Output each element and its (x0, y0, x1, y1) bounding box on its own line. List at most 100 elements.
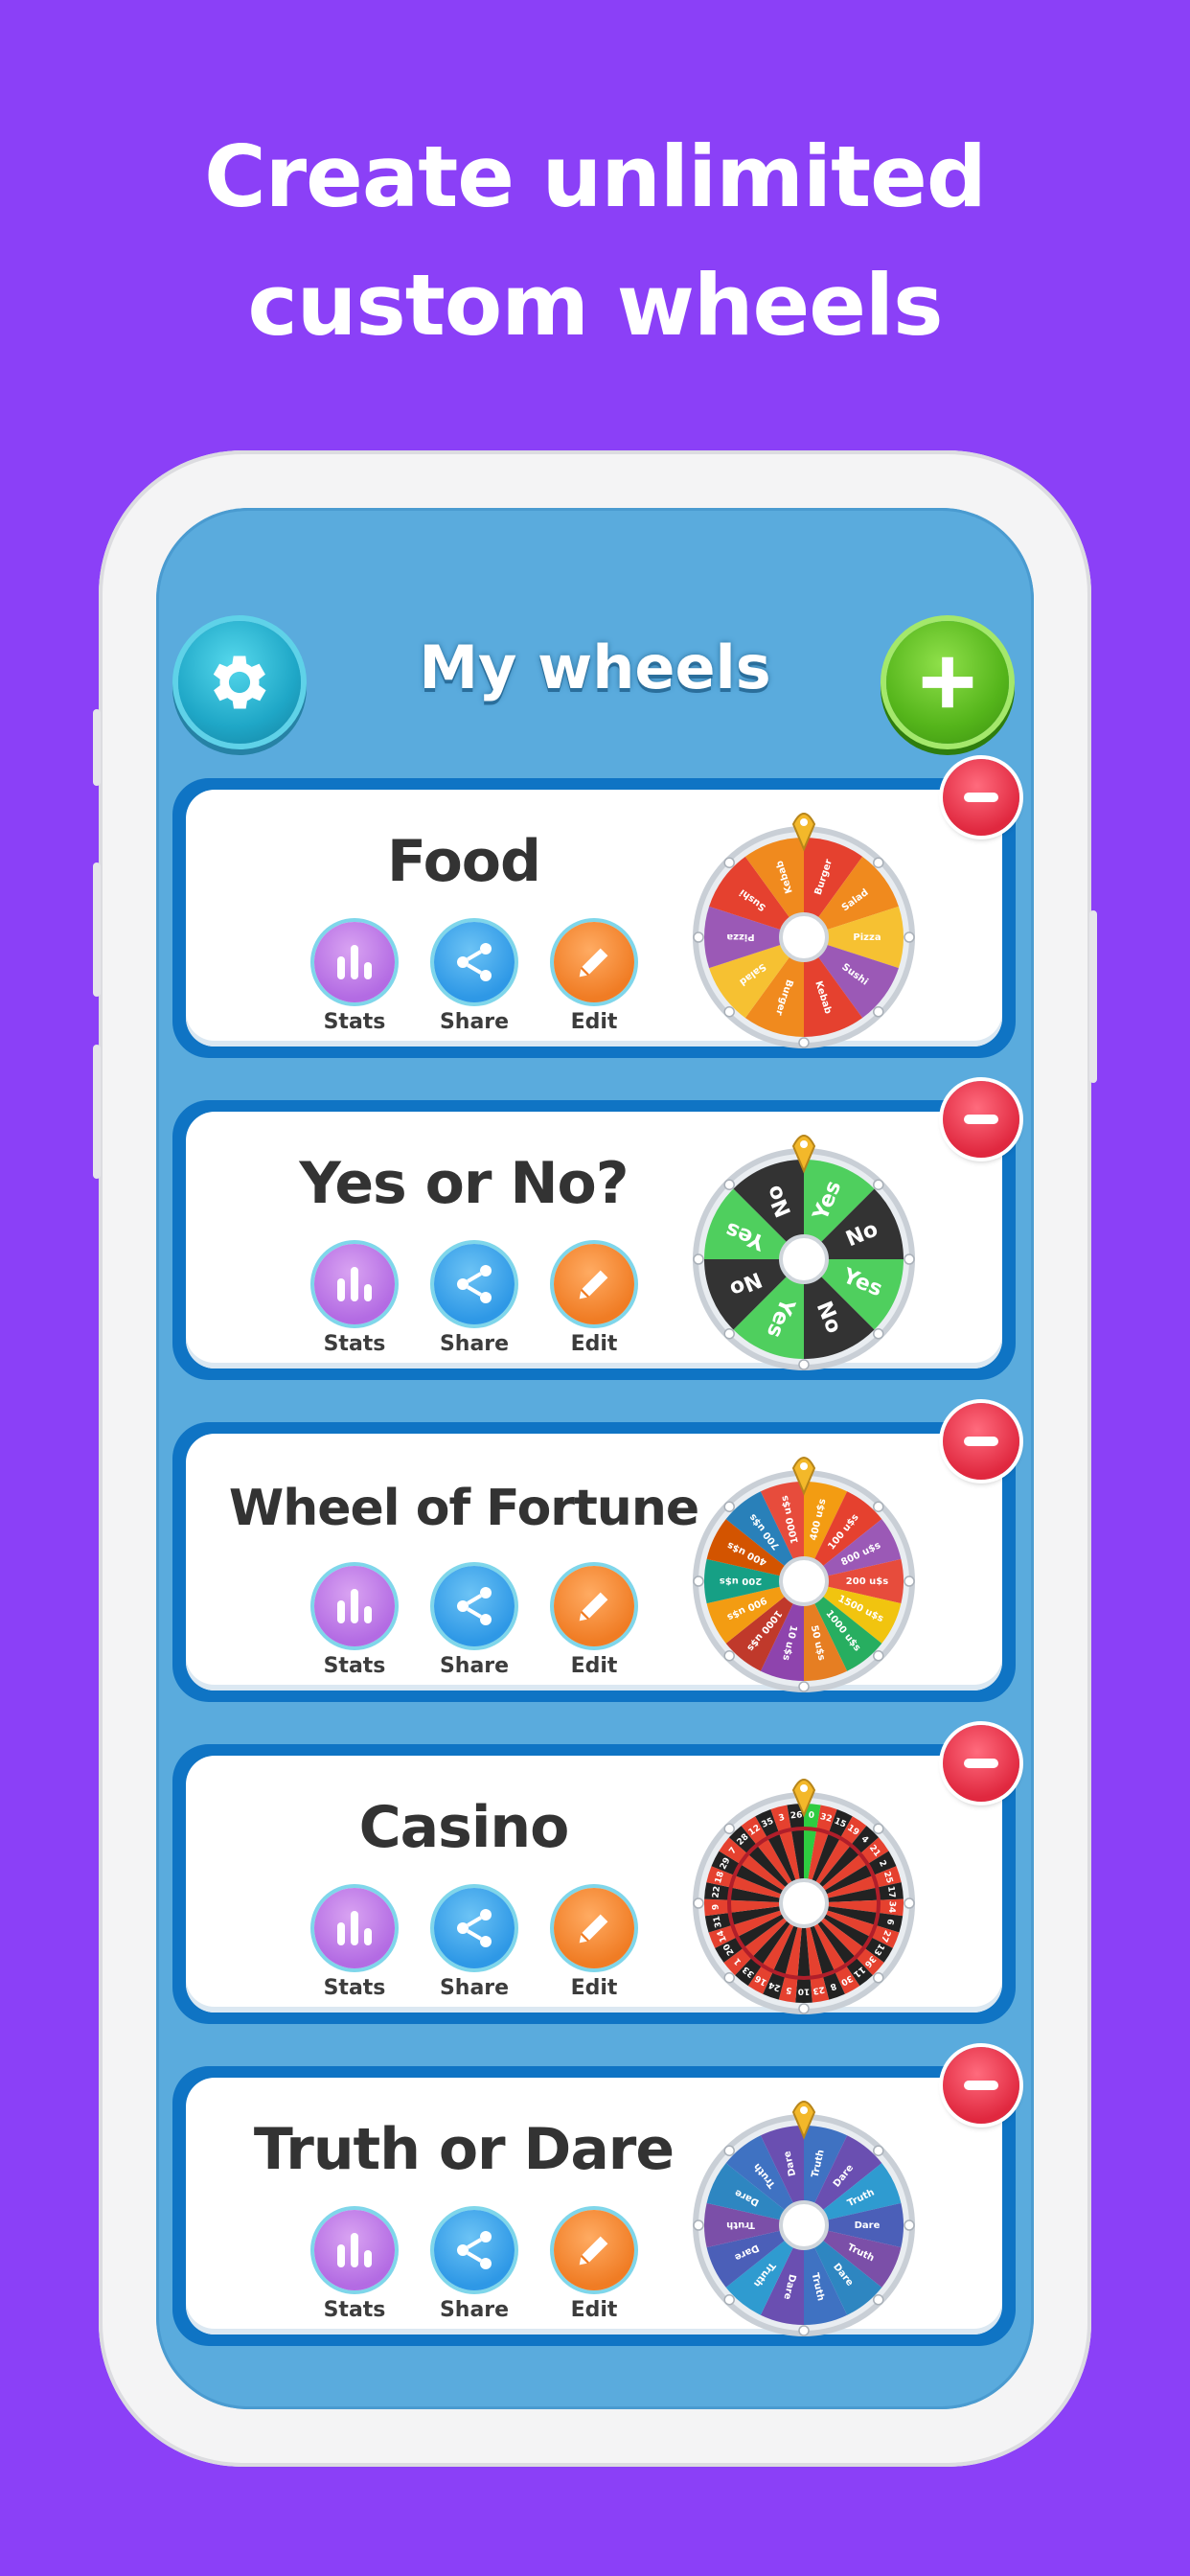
wheel-preview[interactable]: 400 u$s100 u$s800 u$s200 u$s1500 u$s1000… (689, 1447, 919, 1696)
wheel-peg (693, 1576, 704, 1587)
wheel-peg (693, 2220, 704, 2231)
stats-label: Stats (323, 1976, 386, 2000)
wheel-segment-label: Pizza (853, 932, 881, 943)
wheel-card-casino[interactable]: Casino Stats Share Edit 0 32 15 19 4 21 … (172, 1725, 1019, 2024)
wheel-segment-label: 10 (798, 1987, 811, 1996)
edit-button[interactable]: Edit (546, 1888, 642, 2000)
wheel-peg (723, 1179, 735, 1190)
wheel-card-yes-or-no[interactable]: Yes or No? Stats Share Edit Yes No Yes N… (172, 1081, 1019, 1380)
wheel-peg (798, 2325, 810, 2336)
plus-icon (922, 656, 973, 708)
wheel-segment-label: Pizza (726, 932, 754, 942)
card-actions: Stats Share Edit (307, 1566, 642, 1690)
wheel-preview[interactable]: Truth DareTruthDareTruthDareTruthDareTrut… (689, 2091, 919, 2340)
stats-label: Stats (323, 1332, 386, 1356)
minus-icon (964, 1115, 998, 1124)
wheel-peg (873, 1650, 884, 1662)
card-body: Truth or Dare Stats Share Edit Truth Dar… (186, 2078, 1002, 2336)
edit-label: Edit (570, 1976, 618, 2000)
card-actions: Stats Share Edit (307, 922, 642, 1046)
phone-side-button (1089, 910, 1097, 1083)
wheel-segment-label: 23 (812, 1984, 825, 1995)
wheel-segment-label: 22 (711, 1886, 722, 1899)
delete-button[interactable] (943, 759, 1019, 836)
wheel-peg (798, 1359, 810, 1370)
wheel-segment-label: 0 (808, 1811, 814, 1821)
wheel-preview[interactable]: YesNoYesNoYesNoYesNo (689, 1125, 919, 1374)
wheel-hub (779, 912, 829, 962)
share-label: Share (439, 1654, 510, 1678)
wheel-segment-label: 9 (711, 1904, 721, 1911)
edit-button[interactable]: Edit (546, 1566, 642, 1678)
wheel-peg (873, 1328, 884, 1340)
wheel-peg (873, 1179, 884, 1190)
wheel-peg (873, 1972, 884, 1984)
share-icon (434, 1566, 515, 1646)
share-button[interactable]: Share (426, 2210, 522, 2322)
wheel-segment-label: 200 u$s (846, 1576, 888, 1587)
edit-button[interactable]: Edit (546, 2210, 642, 2322)
wheel-peg (723, 1006, 735, 1018)
minus-icon (964, 1759, 998, 1768)
wheel-preview[interactable]: 0 32 1519421225173462713361130823105241633… (689, 1769, 919, 2018)
wheel-peg (798, 1037, 810, 1048)
wheel-card-food[interactable]: Food Stats Share Edit Burger Salad Pizza… (172, 759, 1019, 1058)
card-body: Casino Stats Share Edit 0 32 15 19 4 21 … (186, 1756, 1002, 2014)
share-button[interactable]: Share (426, 1888, 522, 2000)
wheel-peg (723, 1328, 735, 1340)
wheel-card-wheel-of-fortune[interactable]: Wheel of Fortune Stats Share Edit 400 u$… (172, 1403, 1019, 1702)
wheel-peg (873, 2294, 884, 2306)
pencil-icon (554, 1888, 634, 1968)
wheel-peg (904, 932, 915, 943)
wheel-preview[interactable]: BurgerSaladPizzaSushiKebabBurgerSaladPiz… (689, 803, 919, 1052)
add-wheel-button[interactable] (886, 621, 1009, 744)
share-button[interactable]: Share (426, 922, 522, 1034)
wheel-peg (723, 2145, 735, 2156)
stats-button[interactable]: Stats (307, 922, 402, 1034)
wheel-pointer-dot (800, 1784, 808, 1792)
stats-button[interactable]: Stats (307, 2210, 402, 2322)
pencil-icon (554, 1244, 634, 1324)
share-button[interactable]: Share (426, 1244, 522, 1356)
share-button[interactable]: Share (426, 1566, 522, 1678)
wheel-peg (873, 1823, 884, 1834)
stats-button[interactable]: Stats (307, 1244, 402, 1356)
stats-button[interactable]: Stats (307, 1566, 402, 1678)
headline: Create unlimited custom wheels (0, 113, 1190, 370)
stats-icon (314, 922, 395, 1002)
settings-button[interactable] (178, 621, 301, 744)
share-label: Share (439, 1332, 510, 1356)
stats-icon (314, 1566, 395, 1646)
phone-side-button (93, 862, 101, 997)
edit-button[interactable]: Edit (546, 1244, 642, 1356)
delete-button[interactable] (943, 1403, 1019, 1480)
stats-label: Stats (323, 1654, 386, 1678)
card-body: Yes or No? Stats Share Edit Yes No Yes N… (186, 1112, 1002, 1370)
card-actions: Stats Share Edit (307, 2210, 642, 2334)
phone-side-button (93, 709, 101, 786)
edit-label: Edit (570, 1332, 618, 1356)
share-icon (434, 922, 515, 1002)
app-screen: My wheels Food Stats Share Edit Burger S… (156, 508, 1034, 2409)
wheel-peg (873, 857, 884, 868)
stats-label: Stats (323, 2298, 386, 2322)
wheel-name: Casino (358, 1794, 570, 1861)
delete-button[interactable] (943, 2047, 1019, 2124)
wheel-peg (904, 1254, 915, 1265)
delete-button[interactable] (943, 1081, 1019, 1158)
card-actions: Stats Share Edit (307, 1244, 642, 1368)
wheel-peg (723, 1501, 735, 1512)
wheel-name: Food (387, 828, 541, 895)
delete-button[interactable] (943, 1725, 1019, 1802)
stats-button[interactable]: Stats (307, 1888, 402, 2000)
share-icon (434, 1244, 515, 1324)
wheel-peg (723, 857, 735, 868)
minus-icon (964, 1437, 998, 1446)
wheel-card-truth-or-dare[interactable]: Truth or Dare Stats Share Edit Truth Dar… (172, 2047, 1019, 2346)
wheel-hub (779, 1878, 829, 1928)
edit-label: Edit (570, 2298, 618, 2322)
wheel-segment-label: 200 u$s (720, 1576, 762, 1586)
wheel-peg (904, 1576, 915, 1587)
wheel-segment-label: Truth (726, 2220, 755, 2230)
edit-button[interactable]: Edit (546, 922, 642, 1034)
